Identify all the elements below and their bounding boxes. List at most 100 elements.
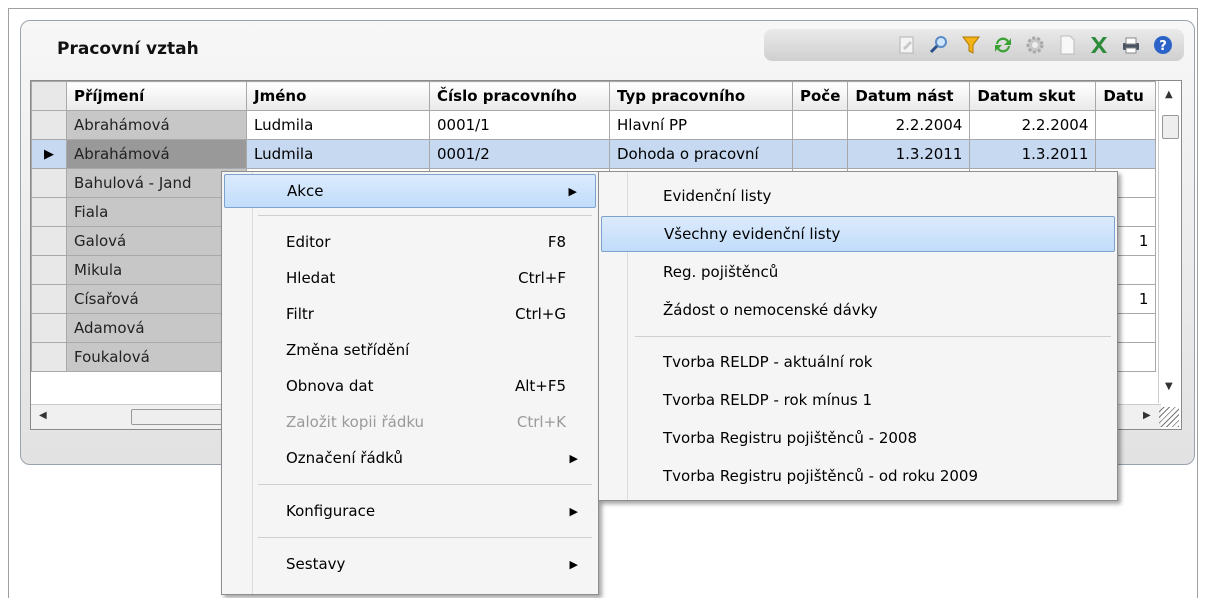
panel-title: Pracovní vztah [57,39,199,59]
menu-item-filtr[interactable]: Filtr Ctrl+G [224,297,596,331]
submenu-item-zadost-nemocenske[interactable]: Žádost o nemocenské dávky [601,292,1115,328]
scroll-right-icon[interactable]: ▶ [1143,410,1151,421]
submenu-item-reldp-aktualni[interactable]: Tvorba RELDP - aktuální rok [601,344,1115,380]
cell-count[interactable] [791,110,849,140]
cell-surname[interactable]: Mikula [66,255,247,285]
vertical-scrollbar[interactable]: ▲ ▼ [1158,81,1181,403]
cell-start-date[interactable]: 2.2.2004 [847,110,971,140]
menu-item-shortcut: F8 [547,233,566,251]
cell-surname[interactable]: Adamová [66,313,247,343]
cell-surname[interactable]: Císařová [66,284,247,314]
menu-item-label: Změna setřídění [286,341,410,359]
cell-surname[interactable]: Abrahámová [66,110,247,140]
refresh-icon[interactable] [990,32,1016,58]
submenu-item-vsechny-evidencni-listy[interactable]: Všechny evidenční listy [601,216,1115,252]
submenu-item-evidencni-listy[interactable]: Evidenční listy [601,178,1115,214]
menu-item-shortcut: Ctrl+G [515,305,566,323]
toolbar: ? [764,29,1184,61]
row-indicator[interactable] [31,168,67,198]
help-icon[interactable]: ? [1150,32,1176,58]
document-icon[interactable] [1054,32,1080,58]
cell-type[interactable]: Dohoda o pracovní [609,139,793,169]
row-indicator[interactable] [31,110,67,140]
row-indicator[interactable] [31,226,67,256]
menu-item-sestavy[interactable]: Sestavy ▶ [224,547,596,581]
column-header-count[interactable]: Poče [791,81,849,111]
submenu-arrow-icon: ▶ [569,504,578,518]
cell-surname[interactable]: Foukalová [66,342,247,372]
submenu-item-registr-2008[interactable]: Tvorba Registru pojištěnců - 2008 [601,420,1115,456]
submenu-item-reldp-minus-1[interactable]: Tvorba RELDP - rok mínus 1 [601,382,1115,418]
column-header-actual-date[interactable]: Datum skut [969,81,1097,111]
context-menu: Akce ▶ Editor F8 Hledat Ctrl+F Filtr Ctr… [221,171,599,595]
column-header-number[interactable]: Číslo pracovního [429,81,610,111]
cell-date[interactable] [1095,110,1157,140]
cell-name[interactable]: Ludmila [246,139,430,169]
cell-surname[interactable]: Fiala [66,197,247,227]
menu-item-konfigurace[interactable]: Konfigurace ▶ [224,494,596,528]
column-header-name[interactable]: Jméno [246,81,430,111]
column-header-type[interactable]: Typ pracovního [609,81,793,111]
menu-item-label: Akce [287,182,324,200]
menu-item-obnova-dat[interactable]: Obnova dat Alt+F5 [224,369,596,403]
column-header-date[interactable]: Datu [1095,81,1157,111]
menu-item-label: Konfigurace [286,502,376,520]
menu-item-label: Založit kopii řádku [286,413,425,431]
table-row[interactable]: Abrahámová Ludmila 0001/1 Hlavní PP 2.2.… [31,110,1157,140]
cell-number[interactable]: 0001/1 [429,110,610,140]
table-row-selected[interactable]: ▶ Abrahámová Ludmila 0001/2 Dohoda o pra… [31,139,1157,169]
column-header-surname[interactable]: Příjmení [66,81,247,111]
row-indicator[interactable] [31,284,67,314]
row-indicator[interactable] [31,255,67,285]
cell-surname[interactable]: Abrahámová [66,139,247,169]
scroll-down-icon[interactable]: ▼ [1165,381,1173,392]
menu-item-zalozit-kopii: Založit kopii řádku Ctrl+K [224,405,596,439]
scroll-up-icon[interactable]: ▲ [1165,89,1173,100]
menu-item-label: Evidenční listy [663,187,772,205]
row-indicator[interactable] [31,197,67,227]
row-indicator-header [31,81,67,111]
cell-surname[interactable]: Galová [66,226,247,256]
excel-icon[interactable] [1086,32,1112,58]
column-header-start-date[interactable]: Datum nást [847,81,971,111]
submenu-arrow-icon: ▶ [569,451,578,465]
menu-separator [635,336,1111,337]
menu-item-label: Všechny evidenční listy [664,225,841,243]
cell-number[interactable]: 0001/2 [429,139,610,169]
resize-grip-icon[interactable] [1159,407,1179,427]
cell-start-date[interactable]: 1.3.2011 [847,139,971,169]
menu-item-label: Označení řádků [286,449,403,467]
cell-name[interactable]: Ludmila [246,110,430,140]
cell-actual-date[interactable]: 2.2.2004 [969,110,1097,140]
menu-separator [258,484,592,485]
menu-item-akce[interactable]: Akce ▶ [224,174,596,208]
search-icon[interactable] [926,32,952,58]
menu-item-label: Filtr [286,305,314,323]
menu-item-zmena-setrideni[interactable]: Změna setřídění [224,333,596,367]
scroll-left-icon[interactable]: ◀ [39,410,47,421]
menu-item-editor[interactable]: Editor F8 [224,225,596,259]
menu-item-label: Hledat [286,269,336,287]
menu-item-oznaceni-radku[interactable]: Označení řádků ▶ [224,441,596,475]
cell-surname[interactable]: Bahulová - Jand [66,168,247,198]
menu-separator [258,537,592,538]
filter-icon[interactable] [958,32,984,58]
menu-item-shortcut: Ctrl+K [516,413,566,431]
menu-item-hledat[interactable]: Hledat Ctrl+F [224,261,596,295]
vertical-scroll-thumb[interactable] [1162,115,1179,139]
edit-icon[interactable] [894,32,920,58]
row-indicator[interactable] [31,342,67,372]
cell-count[interactable] [791,139,849,169]
menu-item-label: Tvorba Registru pojištěnců - 2008 [663,429,918,447]
row-indicator[interactable] [31,313,67,343]
cell-actual-date[interactable]: 1.3.2011 [969,139,1097,169]
print-icon[interactable] [1118,32,1144,58]
current-row-arrow-icon: ▶ [31,139,67,169]
submenu-item-registr-od-2009[interactable]: Tvorba Registru pojištěnců - od roku 200… [601,458,1115,494]
cell-date[interactable] [1095,139,1157,169]
settings-icon[interactable] [1022,32,1048,58]
cell-type[interactable]: Hlavní PP [609,110,793,140]
menu-item-label: Žádost o nemocenské dávky [663,301,878,319]
submenu-item-reg-pojistencu[interactable]: Reg. pojištěnců [601,254,1115,290]
menu-item-label: Sestavy [286,555,346,573]
